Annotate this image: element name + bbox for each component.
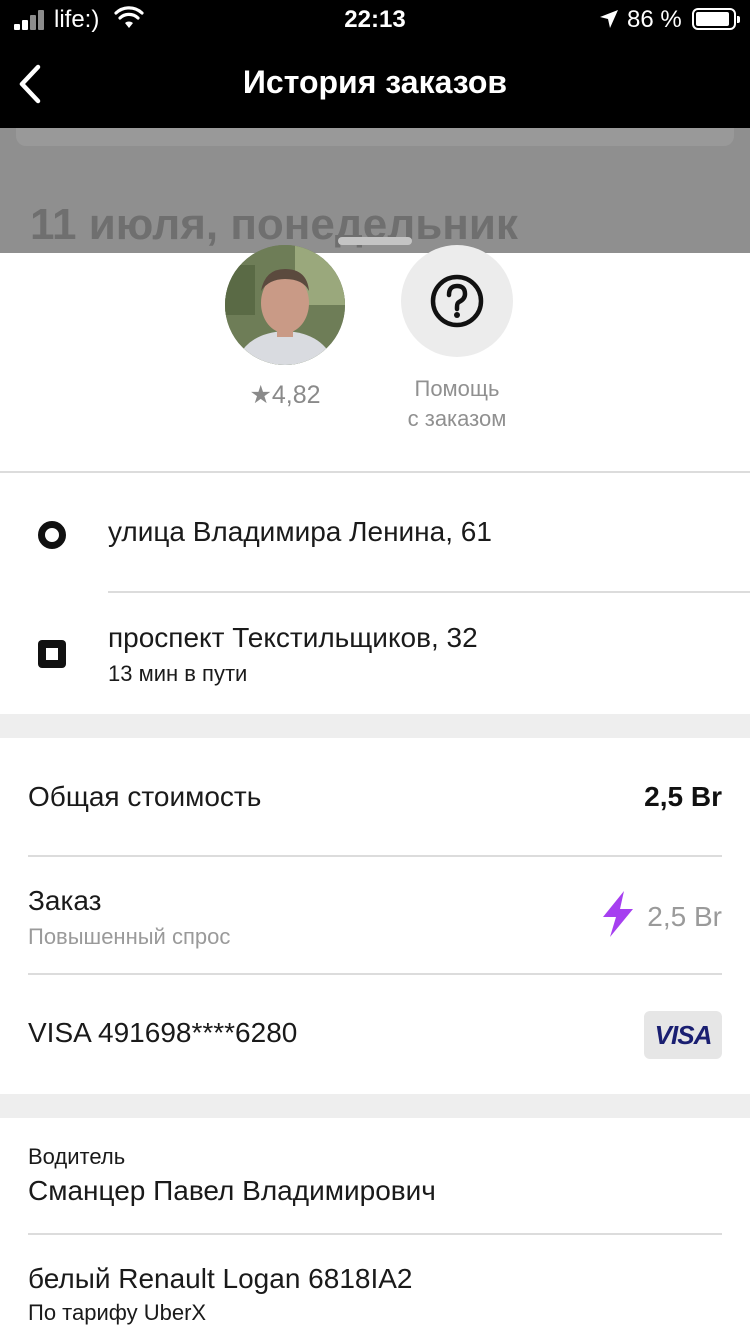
help-button[interactable] — [401, 245, 513, 357]
divider — [28, 973, 722, 975]
help-label[interactable]: Помощь с заказом — [382, 374, 532, 434]
dimmed-backdrop[interactable]: 11 июля, понедельник — [0, 128, 750, 253]
circle-marker-icon — [38, 521, 66, 549]
divider — [28, 855, 722, 857]
divider — [28, 1233, 722, 1235]
tariff-label: По тарифу UberX — [28, 1300, 207, 1325]
lightning-bolt-icon — [603, 891, 633, 937]
driver-photo-image — [225, 245, 345, 365]
dropoff-address: проспект Текстильщиков, 32 — [108, 622, 478, 653]
square-marker-icon — [38, 640, 66, 668]
trip-duration: 13 мин в пути — [108, 661, 248, 686]
divider — [108, 591, 750, 593]
status-bar: life:) 22:13 86 % — [0, 0, 750, 40]
order-label: Заказ — [28, 885, 102, 916]
sheet-grabber[interactable] — [338, 237, 412, 245]
visa-logo: VISA — [644, 1011, 722, 1059]
pickup-address: улица Владимира Ленина, 61 — [108, 516, 492, 547]
driver-name: Сманцер Павел Владимирович — [28, 1175, 436, 1206]
question-circle-icon — [430, 274, 484, 328]
page-title: История заказов — [242, 64, 508, 100]
section-gap — [0, 1094, 750, 1118]
payment-card: VISA 491698****6280 — [28, 1017, 298, 1048]
avatar — [225, 245, 345, 365]
driver-label: Водитель — [28, 1144, 126, 1169]
battery-percent: 86 % — [627, 6, 682, 33]
driver-rating: ★4,82 — [249, 381, 321, 409]
help-label-line1: Помощь — [414, 376, 500, 401]
divider — [0, 471, 750, 473]
battery-icon — [692, 8, 740, 30]
date-heading: 11 июля, понедельник — [30, 200, 518, 249]
backdrop-card — [16, 128, 734, 146]
car-description: белый Renault Logan 6818IA2 — [28, 1263, 413, 1294]
order-value: 2,5 Br — [647, 901, 722, 932]
section-gap — [0, 714, 750, 738]
location-arrow-icon — [600, 10, 618, 28]
order-surge-label: Повышенный спрос — [28, 924, 231, 949]
total-cost-label: Общая стоимость — [28, 781, 262, 812]
top-bar: life:) 22:13 86 % История заказов — [0, 0, 750, 128]
order-detail-sheet: ★4,82 Помощь с заказом улица Владимира Л… — [0, 245, 750, 1334]
total-cost-value: 2,5 Br — [644, 781, 722, 812]
help-label-line2: с заказом — [407, 406, 507, 431]
